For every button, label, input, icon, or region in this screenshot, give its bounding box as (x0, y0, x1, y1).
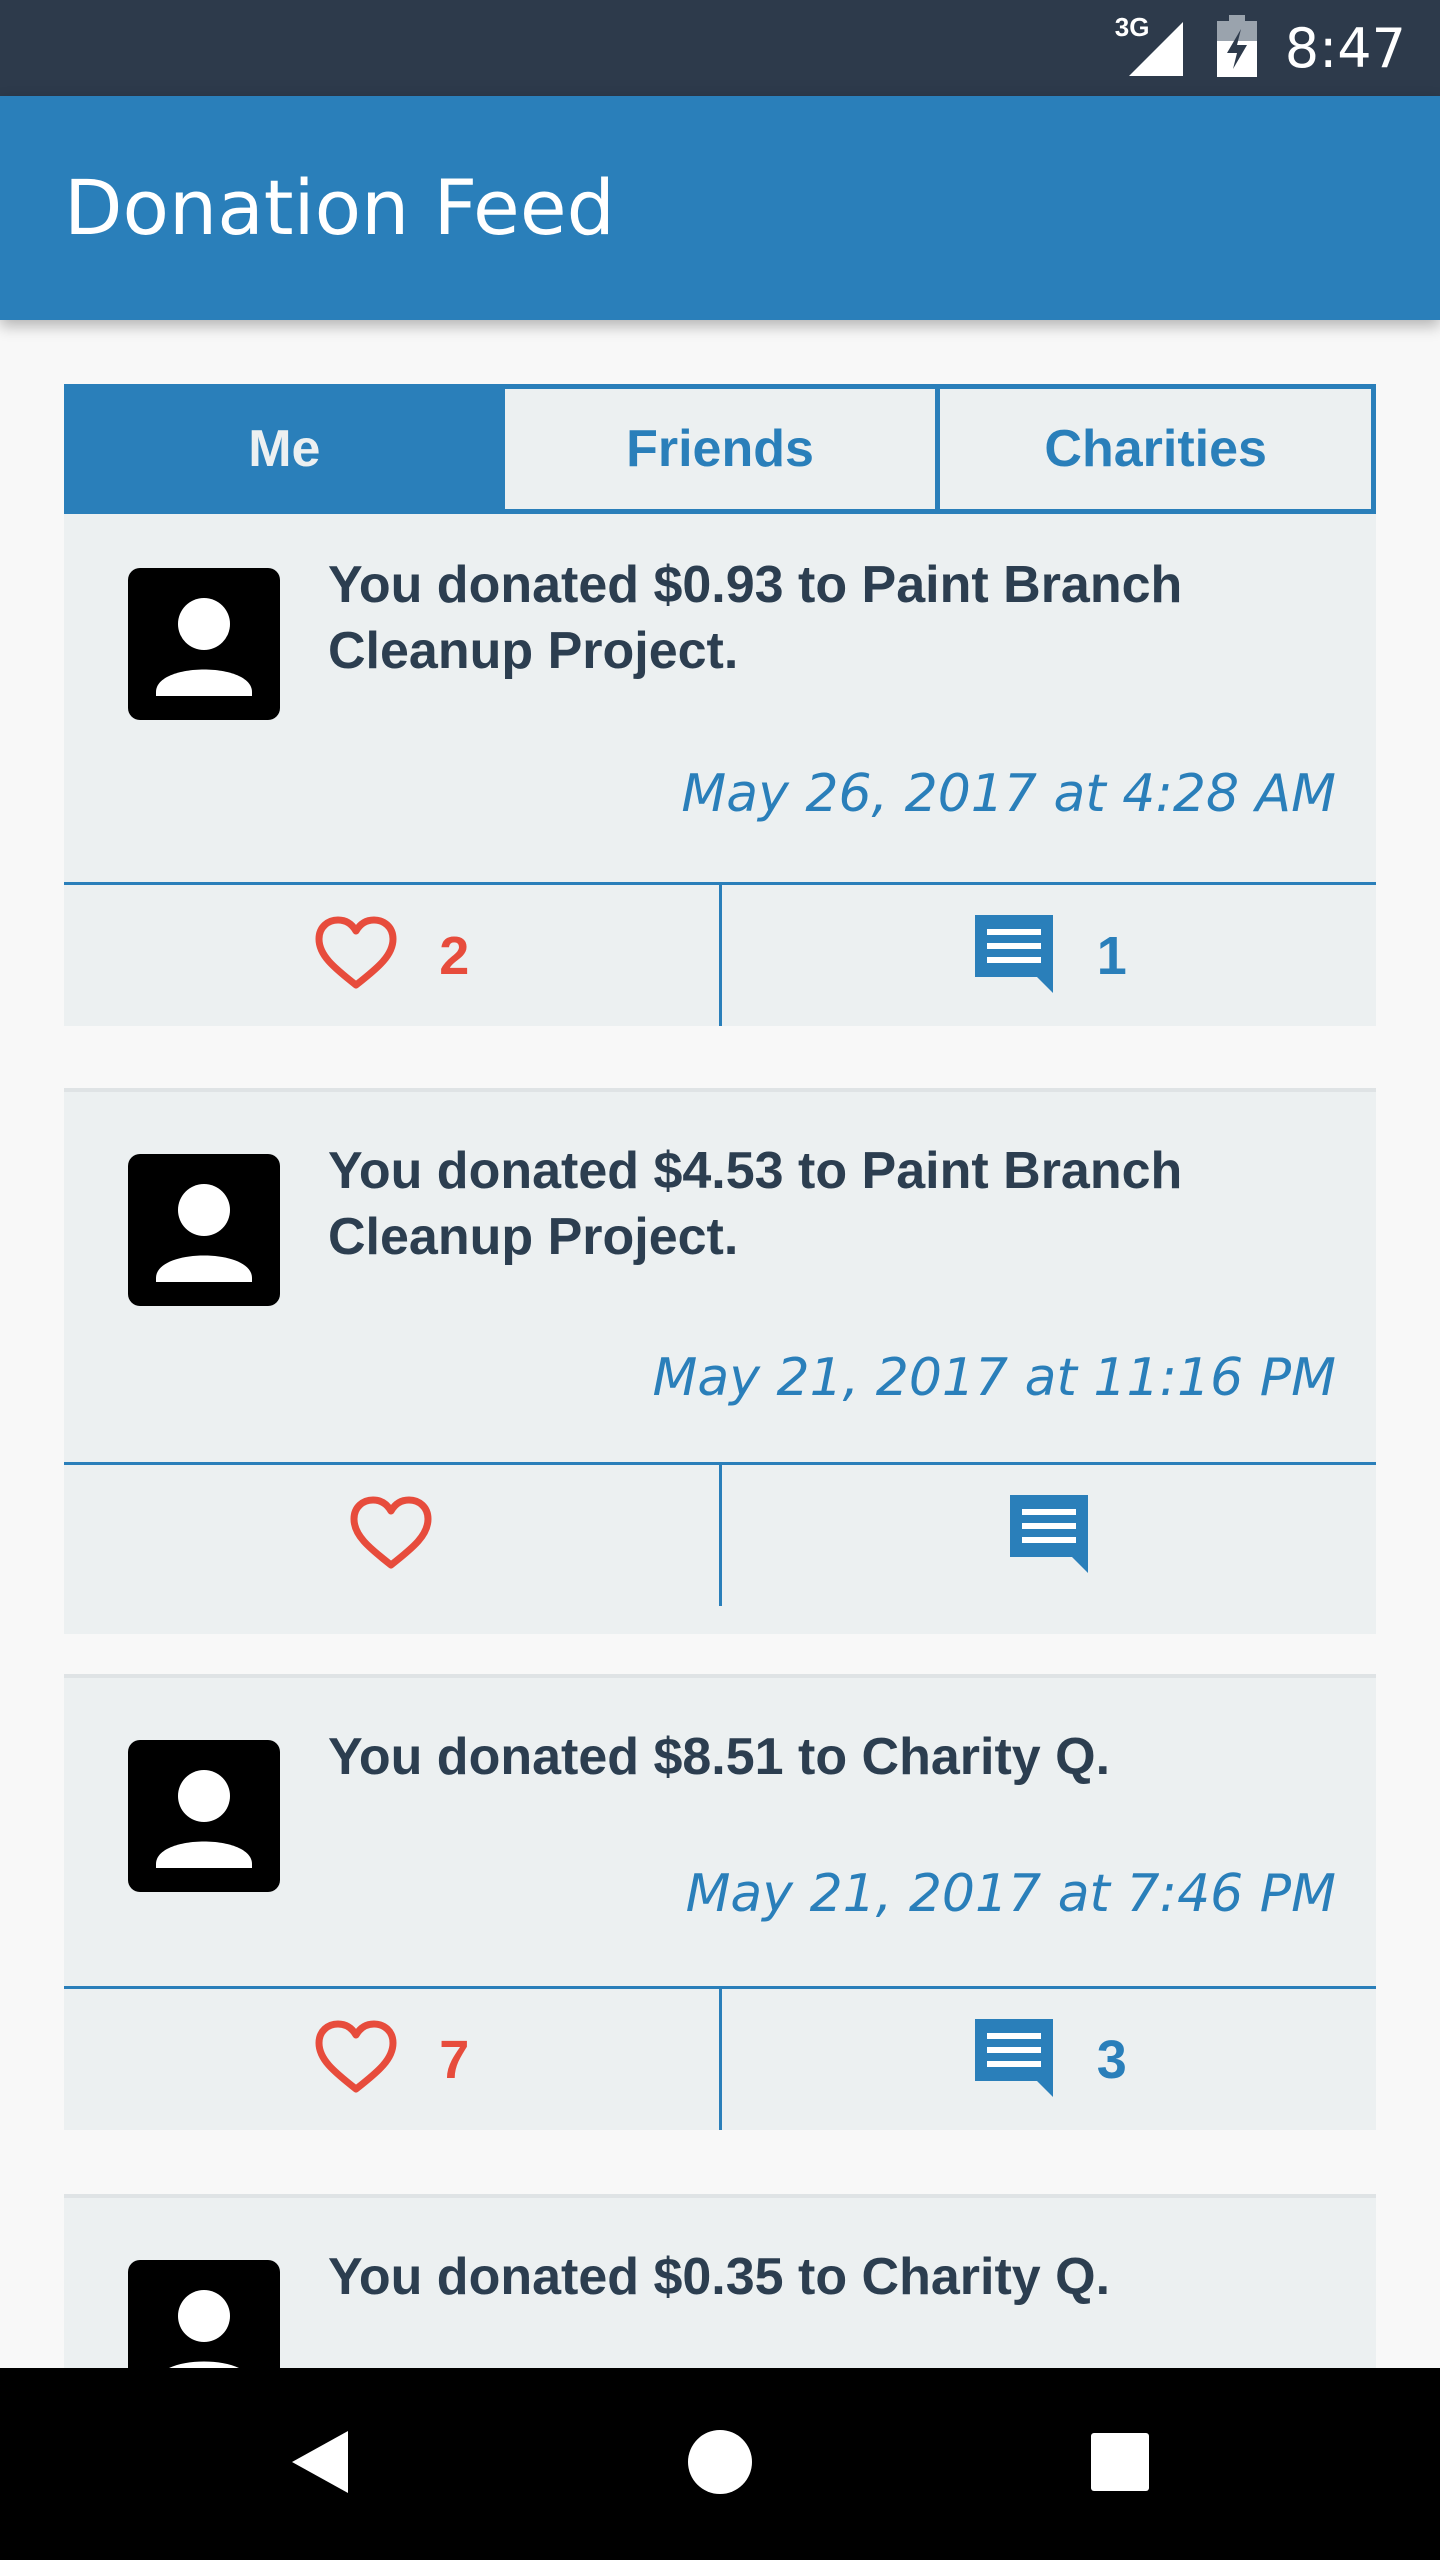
avatar-person-icon (128, 1740, 280, 1892)
comment-button[interactable]: 3 (718, 1989, 1377, 2130)
feed-item[interactable]: You donated $8.51 to Charity Q. May 21, … (64, 1674, 1376, 2130)
like-button[interactable]: 2 (64, 885, 719, 1026)
back-triangle-icon (288, 2429, 352, 2500)
feed-item[interactable]: You donated $4.53 to Paint Branch Cleanu… (64, 1088, 1376, 1634)
tab-me[interactable]: Me (69, 389, 500, 509)
card-actions (64, 1462, 1376, 1606)
feed-tabs: Me Friends Charities (64, 384, 1376, 514)
like-count: 7 (439, 2029, 470, 2090)
comment-icon (971, 2015, 1057, 2104)
heart-outline-icon (313, 915, 399, 996)
app-bar: Donation Feed (0, 96, 1440, 320)
feed-item[interactable]: You donated $0.35 to Charity Q. (64, 2194, 1376, 2368)
home-button[interactable] (640, 2368, 800, 2560)
page-title: Donation Feed (64, 163, 615, 252)
comment-button[interactable]: 1 (718, 885, 1377, 1026)
card-actions: 2 1 (64, 882, 1376, 1026)
battery-icon (1215, 14, 1259, 82)
avatar-person-icon (128, 1154, 280, 1306)
donation-date: May 26, 2017 at 4:28 AM (681, 764, 1336, 824)
comment-button[interactable] (718, 1465, 1377, 1606)
donation-text: You donated $0.35 to Charity Q. (328, 2248, 1111, 2306)
comment-count: 3 (1096, 2029, 1127, 2090)
like-count: 2 (439, 925, 470, 986)
card-actions: 7 3 (64, 1986, 1376, 2130)
donation-date: May 21, 2017 at 11:16 PM (652, 1348, 1336, 1408)
feed-content[interactable]: Me Friends Charities You donated $0.93 t… (0, 320, 1440, 2368)
recents-square-icon (1089, 2431, 1151, 2498)
heart-outline-icon (348, 1495, 434, 1576)
home-circle-icon (687, 2429, 753, 2500)
status-bar: 3G 8:47 (0, 0, 1440, 96)
feed-item[interactable]: You donated $0.93 to Paint Branch Cleanu… (64, 514, 1376, 1026)
signal-icon: 3G (1115, 12, 1189, 78)
avatar-person-icon (128, 2260, 280, 2368)
back-button[interactable] (240, 2368, 400, 2560)
tab-friends[interactable]: Friends (504, 389, 936, 509)
comment-count: 1 (1096, 925, 1127, 986)
donation-date: May 21, 2017 at 7:46 PM (685, 1864, 1336, 1924)
donation-text: You donated $4.53 to Paint Branch Cleanu… (328, 1142, 1183, 1266)
status-time: 8:47 (1284, 16, 1406, 80)
system-nav-bar (0, 2368, 1440, 2560)
recents-button[interactable] (1040, 2368, 1200, 2560)
like-button[interactable]: 7 (64, 1989, 719, 2130)
donation-text: You donated $8.51 to Charity Q. (328, 1728, 1111, 1786)
donation-text: You donated $0.93 to Paint Branch Cleanu… (328, 556, 1183, 680)
heart-outline-icon (313, 2019, 399, 2100)
comment-icon (971, 911, 1057, 1000)
like-button[interactable] (64, 1465, 719, 1606)
avatar-person-icon (128, 568, 280, 720)
comment-icon (1006, 1491, 1092, 1580)
tab-charities[interactable]: Charities (940, 389, 1372, 509)
